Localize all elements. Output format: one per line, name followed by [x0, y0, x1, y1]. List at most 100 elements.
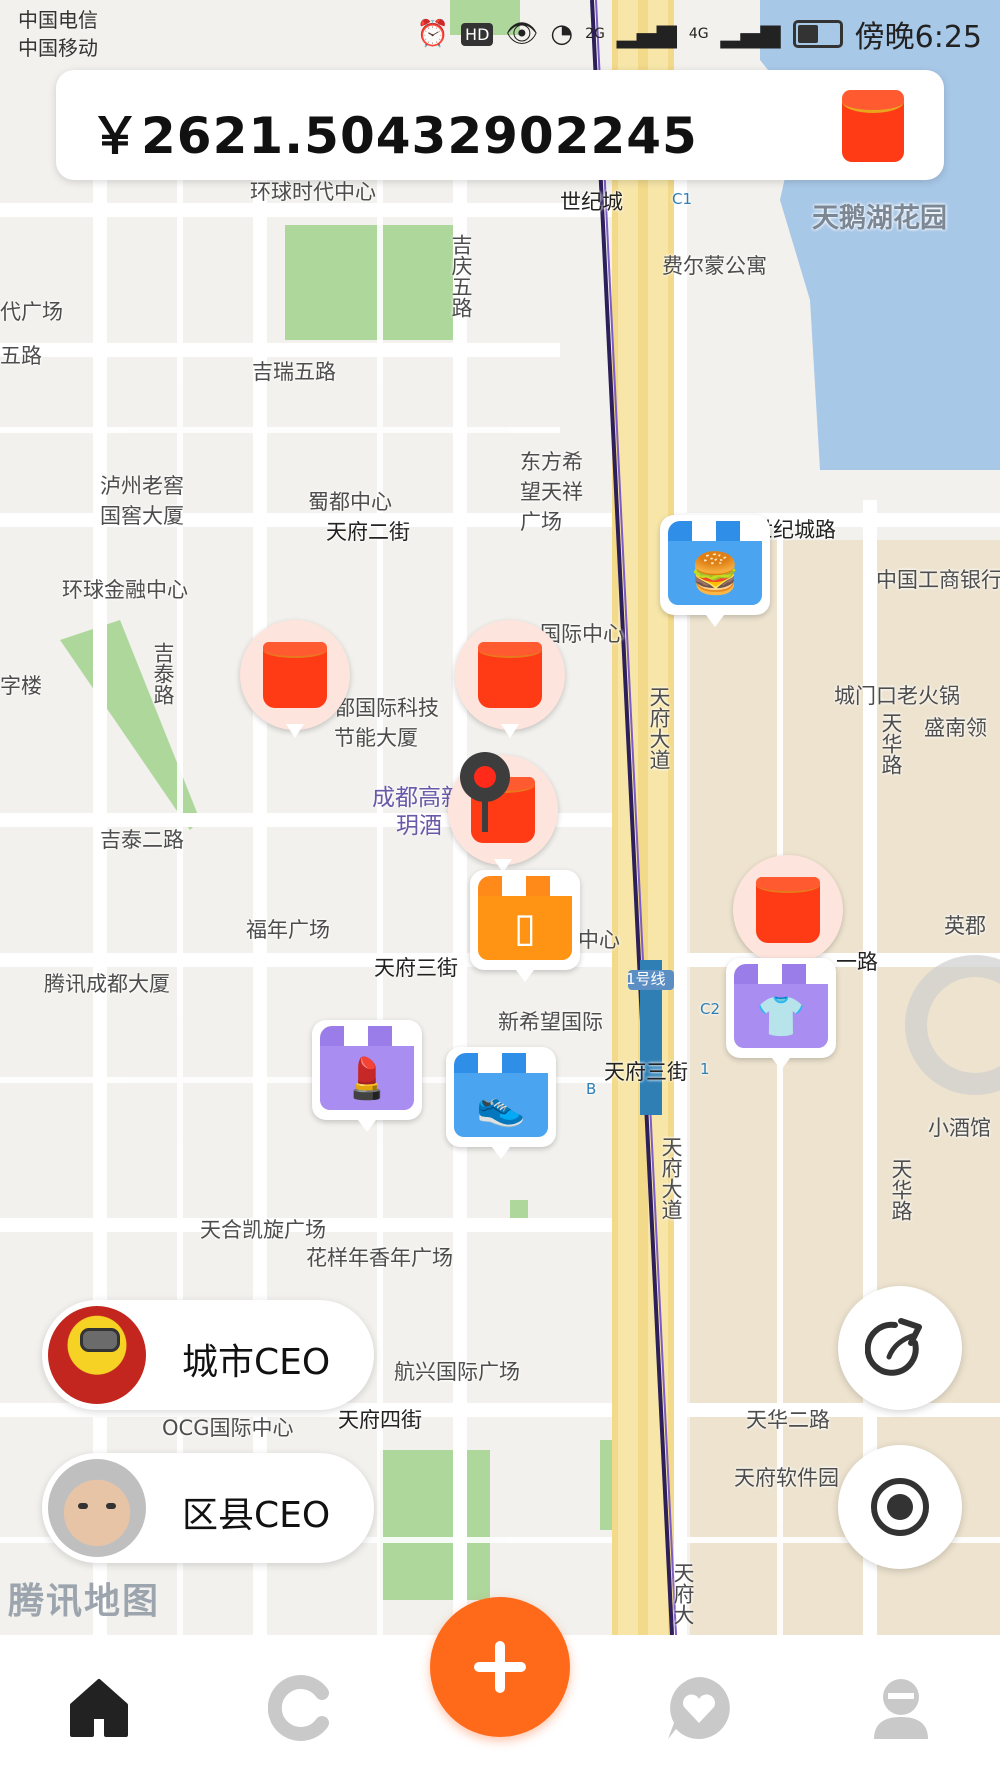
signal-icon: ▂▄▆ — [616, 19, 677, 49]
carrier-1: 中国电信 — [18, 8, 98, 32]
map-attribution: 腾讯地图 — [8, 1581, 161, 1622]
red-packet-icon — [478, 642, 542, 708]
hd-badge: HD — [461, 22, 494, 46]
plus-icon — [474, 1641, 526, 1693]
share-icon — [865, 1318, 922, 1376]
map-label: 福年广场 — [246, 918, 330, 942]
balance-amount: ￥2621.50432902245 — [90, 107, 698, 165]
alarm-icon: ⏰ — [416, 19, 450, 49]
pin-bubble — [455, 620, 565, 738]
map-label: 天府大道 — [659, 1136, 683, 1220]
battery-icon — [792, 20, 843, 48]
profile-icon — [874, 1679, 928, 1739]
map-label: 吉瑞五路 — [252, 360, 336, 384]
map-label: 天府二街 — [326, 520, 410, 544]
signal-icon: ▂▄▆ — [720, 19, 781, 49]
map-label: 环球时代中心 — [250, 180, 376, 204]
map-label: 航兴国际广场 — [394, 1360, 520, 1384]
map-label: 中国工商银行 — [876, 568, 1000, 592]
wifi-icon: ◔ — [550, 19, 574, 49]
burger-icon: 🍔 — [668, 541, 762, 605]
map-label: 天府三街 — [604, 1060, 688, 1084]
city-ceo-label: 城市CEO — [182, 1342, 331, 1383]
tab-profile[interactable] — [856, 1663, 946, 1753]
map-label: 东方希望天祥广场 — [520, 450, 583, 534]
eye-icon: 👁 — [505, 19, 539, 49]
city-ceo-button[interactable]: 城市CEO — [42, 1300, 374, 1410]
map-label: 蜀都中心 — [308, 490, 392, 514]
c-icon — [268, 1675, 329, 1741]
map-label: 字楼 — [0, 674, 42, 698]
store-marker-cosmetics[interactable]: 💄 — [312, 1020, 422, 1132]
map-label: 世纪城 — [560, 190, 623, 214]
map-label: 天鹅湖花园 — [812, 203, 947, 234]
map-label: 天华路 — [879, 712, 903, 775]
store-marker-shoes[interactable]: 👟 — [446, 1047, 556, 1159]
map-label: 天府软件园 — [734, 1466, 839, 1490]
add-button[interactable] — [430, 1597, 570, 1737]
red-packet-pin[interactable] — [240, 620, 350, 750]
home-icon — [70, 1679, 128, 1737]
red-packet-pin[interactable] — [455, 620, 565, 750]
map-label: 天府大道 — [647, 686, 671, 770]
red-packet-icon[interactable] — [842, 90, 904, 162]
map-label: 五路 — [0, 344, 42, 368]
map-label: 吉庆五路 — [449, 234, 473, 318]
map-label: 中心 — [578, 928, 620, 952]
map-label: 腾讯成都大厦 — [44, 972, 170, 996]
map-label: 天合凯旋广场 — [200, 1218, 326, 1242]
map-label: 天府三街 — [374, 956, 458, 980]
locate-button[interactable] — [838, 1445, 962, 1569]
store-marker-phone[interactable]: ▯ — [470, 870, 580, 982]
locate-icon — [871, 1478, 929, 1536]
net-4g-label: 4G — [688, 26, 709, 42]
map-label: 吉泰路 — [151, 642, 175, 705]
county-ceo-button[interactable]: 区县CEO — [42, 1453, 374, 1563]
map-label: 小酒馆 — [928, 1116, 991, 1140]
metro-exit-b: B — [586, 1080, 597, 1098]
map-label: 新希望国际 — [498, 1010, 603, 1034]
map-label: 环球金融中心 — [62, 578, 188, 602]
status-time: 傍晚6:25 — [854, 20, 982, 55]
lipstick-icon: 💄 — [320, 1046, 414, 1110]
county-ceo-label: 区县CEO — [182, 1495, 331, 1536]
map-label: 都国际科技节能大厦 — [334, 696, 439, 750]
shoe-icon: 👟 — [454, 1073, 548, 1137]
tab-home[interactable] — [54, 1663, 144, 1753]
share-button[interactable] — [838, 1286, 962, 1410]
pin-bubble — [240, 620, 350, 738]
phone-icon: ▯ — [478, 896, 572, 960]
tab-circle[interactable] — [256, 1663, 346, 1753]
map-label: 花样年香年广场 — [306, 1246, 453, 1270]
pin-bubble — [733, 855, 843, 973]
map-label: 泸州老窖国窖大厦 — [100, 474, 184, 528]
store-marker-clothes[interactable]: 👕 — [726, 958, 836, 1070]
balance-card[interactable]: ￥2621.50432902245 — [56, 70, 944, 180]
metro-exit-c1: C1 — [672, 190, 693, 208]
map-label: 天府四街 — [338, 1408, 422, 1432]
map-label: 代广场 — [0, 300, 63, 324]
map-label: 天华二路 — [746, 1408, 830, 1432]
metro-line-label: 1号线 — [626, 970, 666, 988]
net-2g-label: 2G — [585, 26, 605, 42]
store-marker-food[interactable]: 🍔 — [660, 515, 770, 627]
red-packet-icon — [263, 642, 327, 708]
red-packet-icon — [756, 877, 820, 943]
tab-messages[interactable] — [654, 1663, 744, 1753]
carrier-2: 中国移动 — [18, 36, 98, 60]
map-label: 天华路 — [889, 1158, 913, 1221]
map-label: 英郡 — [944, 914, 986, 938]
map-label: OCG国际中心 — [162, 1416, 294, 1440]
heart-chat-icon — [668, 1677, 730, 1739]
metro-exit-1: 1 — [700, 1060, 710, 1078]
metro-exit-c2: C2 — [700, 1000, 721, 1018]
map-label: 玥酒 — [396, 813, 442, 839]
map-label: 城门口老火锅 — [834, 684, 960, 708]
avatar — [48, 1459, 146, 1557]
avatar — [48, 1306, 146, 1404]
map-label: 吉泰二路 — [100, 828, 184, 852]
status-bar: 中国电信 中国移动 ⏰ HD 👁 ◔ 2G ▂▄▆ 4G ▂▄▆ 傍晚6:25 — [0, 0, 1000, 72]
map-label: 天府大 — [671, 1562, 695, 1625]
map-label: 盛南领 — [924, 716, 987, 740]
map-label: 费尔蒙公寓 — [662, 254, 767, 278]
